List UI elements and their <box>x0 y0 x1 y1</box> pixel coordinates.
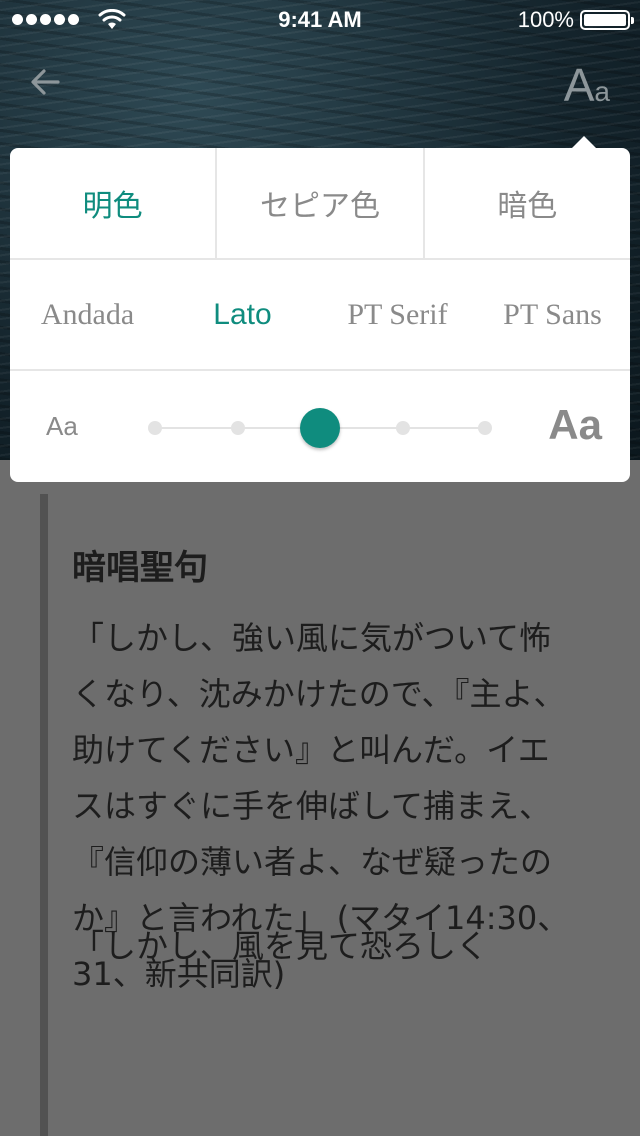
font-selector: Andada Lato PT Serif PT Sans <box>10 260 630 371</box>
font-settings-icon-big: A <box>563 59 595 111</box>
panel-pointer <box>572 136 596 148</box>
font-size-step[interactable] <box>148 421 162 435</box>
font-pt-serif-button[interactable]: PT Serif <box>320 298 475 332</box>
font-settings-button[interactable]: Aa <box>564 58 610 112</box>
theme-dark-button[interactable]: 暗色 <box>422 148 630 258</box>
font-size-step[interactable] <box>395 421 410 435</box>
reader-settings-panel: 明色 セピア色 暗色 Andada Lato PT Serif PT Sans … <box>10 136 630 482</box>
font-pt-sans-button[interactable]: PT Sans <box>475 298 630 332</box>
font-settings-icon-small: a <box>594 76 610 107</box>
section-heading: 暗唱聖句 <box>72 548 208 588</box>
verse-paragraph-2: 「しかし、風を見て恐ろしく <box>72 927 489 965</box>
font-andada-button[interactable]: Andada <box>10 298 165 332</box>
font-lato-button[interactable]: Lato <box>165 298 320 332</box>
article-body: 暗唱聖句 「しかし、強い風に気がついて怖くなり、沈みかけたので、『主よ、助けてく… <box>0 460 640 1136</box>
font-size-large-label: Aa <box>548 401 602 448</box>
font-size-selector: Aa Aa <box>10 371 630 480</box>
theme-selector: 明色 セピア色 暗色 <box>10 148 630 260</box>
theme-light-button[interactable]: 明色 <box>10 148 215 258</box>
arrow-left-icon[interactable] <box>28 62 68 102</box>
battery-percent: 100% <box>517 7 574 32</box>
font-size-step[interactable] <box>478 421 492 435</box>
battery-icon <box>580 10 634 30</box>
font-size-slider-knob[interactable] <box>300 408 340 448</box>
blockquote-bar <box>40 494 48 1136</box>
theme-sepia-button[interactable]: セピア色 <box>215 148 422 258</box>
font-size-step[interactable] <box>230 421 245 435</box>
status-bar: 9:41 AM 100% <box>0 0 640 40</box>
font-size-small-label: Aa <box>46 411 78 441</box>
